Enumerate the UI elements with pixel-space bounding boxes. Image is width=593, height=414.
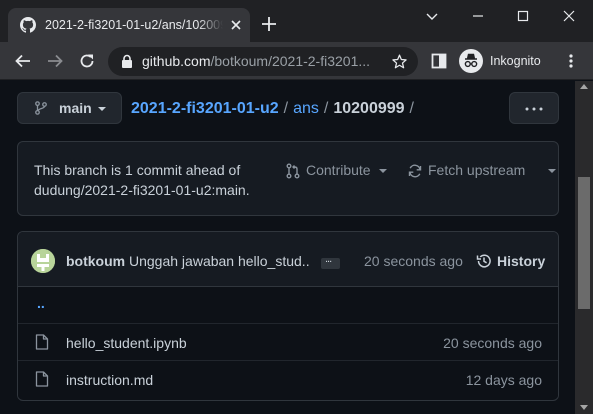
branch-name: main [59,100,92,116]
branch-status-box: This branch is 1 commit ahead of dudung/… [17,141,559,216]
file-row[interactable]: instruction.md 12 days ago [18,361,558,398]
git-branch-icon [34,101,48,115]
github-icon [20,17,36,33]
reload-icon[interactable] [78,52,96,70]
parent-directory-row[interactable]: .. [18,287,558,324]
file-age: 20 seconds ago [443,335,542,351]
file-name-link[interactable]: hello_student.ipynb [66,335,187,352]
ellipsis-label: ... [325,253,332,265]
breadcrumb-separator: / [323,100,329,117]
latest-commit-row: botkoum Unggah jawaban hello_stud... ...… [18,232,558,287]
side-panel-icon[interactable] [431,53,447,69]
scroll-down-arrow-icon[interactable] [580,405,588,410]
caret-down-icon [548,169,556,173]
address-bar[interactable]: github.com/botkoum/2021-2-fi3201... [108,47,418,76]
commit-author-link[interactable]: botkoum [66,253,125,270]
breadcrumb-dir-link[interactable]: ans [293,100,319,117]
browser-toolbar: github.com/botkoum/2021-2-fi3201... Inko… [0,42,593,80]
tab-title: 2021-2-fi3201-01-u2/ans/10200999 [45,18,223,32]
kebab-horizontal-icon [525,107,543,111]
file-icon [35,334,49,350]
fetch-upstream-label: Fetch upstream [428,162,526,178]
breadcrumb: 2021-2-fi3201-01-u2/ans/10200999/ [131,99,419,118]
url-path: /botkoum/2021-2-fi3201... [210,53,371,69]
scrollbar-thumb[interactable] [578,177,590,309]
file-icon [35,371,49,387]
file-row[interactable]: hello_student.ipynb 20 seconds ago [18,324,558,361]
file-age: 12 days ago [465,372,542,388]
commit-message-link[interactable]: Unggah jawaban hello_stud... [129,253,310,270]
commit-time[interactable]: 20 seconds ago [364,253,463,270]
contribute-label: Contribute [306,162,371,178]
forward-icon[interactable] [46,52,64,70]
browser-titlebar: 2021-2-fi3201-01-u2/ans/10200999 [0,0,593,42]
history-label: History [497,253,546,269]
plus-icon[interactable] [260,15,278,33]
lock-icon[interactable] [120,54,134,69]
chevron-down-icon[interactable] [422,6,442,26]
back-icon[interactable] [14,52,32,70]
sync-icon [407,163,423,179]
breadcrumb-current: 10200999 [333,100,405,117]
incognito-icon [459,49,483,73]
close-window-icon[interactable] [559,6,579,26]
breadcrumb-separator: / [409,100,414,117]
history-icon [476,253,492,269]
scroll-up-arrow-icon[interactable] [580,84,588,89]
close-icon[interactable] [229,18,243,32]
url-text: github.com/botkoum/2021-2-fi3201... [142,53,387,70]
browser-tab[interactable]: 2021-2-fi3201-01-u2/ans/10200999 [8,8,250,42]
branch-status-message: This branch is 1 commit ahead of dudung/… [34,162,250,198]
git-pull-request-icon [285,163,301,179]
more-options-button[interactable] [509,92,559,124]
file-browser: botkoum Unggah jawaban hello_stud... ...… [17,231,559,401]
avatar[interactable] [31,249,55,273]
kebab-menu-icon[interactable] [563,53,579,69]
file-name-link[interactable]: instruction.md [66,372,153,389]
caret-down-icon [379,169,387,173]
parent-directory-link[interactable]: .. [37,295,45,312]
breadcrumb-repo-link[interactable]: 2021-2-fi3201-01-u2 [131,100,279,117]
star-icon[interactable] [391,53,408,70]
minimize-icon[interactable] [468,6,488,26]
incognito-label: Inkognito [490,54,541,68]
url-host: github.com [142,53,211,69]
expand-commit-button[interactable]: ... [321,254,340,269]
page-scrollbar[interactable] [575,81,593,414]
maximize-icon[interactable] [513,6,533,26]
page-content: main 2021-2-fi3201-01-u2/ans/10200999/ T… [0,81,575,414]
breadcrumb-separator: / [283,100,289,117]
branch-select-button[interactable]: main [17,92,122,124]
caret-down-icon [98,107,106,111]
